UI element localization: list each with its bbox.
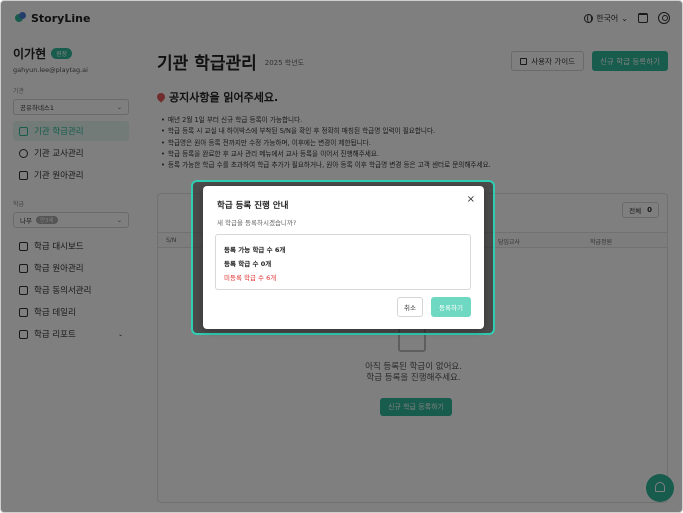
unregistered-class-count: 미등록 학급 수 6개: [224, 274, 277, 282]
available-class-count: 등록 가능 학급 수 6개: [224, 246, 286, 254]
app-window: StoryLine 한국어 ⌄ 이가현 원장 gahyun.lee@playta…: [0, 0, 683, 513]
cancel-button[interactable]: 취소: [397, 297, 423, 317]
dialog-title: 학급 등록 진행 안내: [217, 201, 289, 211]
class-registration-dialog: 학급 등록 진행 안내 × 새 학급을 등록하시겠습니까? 등록 가능 학급 수…: [203, 186, 484, 329]
dialog-subtitle: 새 학급을 등록하시겠습니까?: [217, 219, 297, 227]
registered-class-count: 등록 학급 수 0개: [224, 260, 272, 268]
dialog-summary-box: 등록 가능 학급 수 6개 등록 학급 수 0개 미등록 학급 수 6개: [215, 234, 471, 290]
confirm-register-button[interactable]: 등록하기: [431, 297, 471, 317]
close-icon[interactable]: ×: [467, 194, 475, 205]
